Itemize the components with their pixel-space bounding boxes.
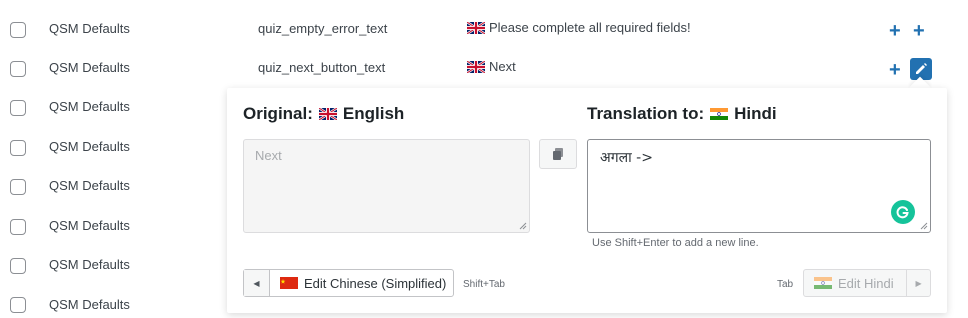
domain-cell: QSM Defaults — [49, 21, 130, 36]
row-checkbox[interactable] — [10, 297, 26, 313]
domain-cell: QSM Defaults — [49, 257, 130, 272]
row-checkbox[interactable] — [10, 61, 26, 77]
previous-shortcut: Shift+Tab — [463, 279, 505, 290]
domain-cell: QSM Defaults — [49, 178, 130, 193]
translation-value: Please complete all required fields! — [489, 20, 691, 35]
plus-icon[interactable]: + — [889, 21, 901, 41]
translation-text-field[interactable]: अगला -> — [587, 139, 931, 233]
original-label: Original: — [243, 104, 313, 123]
domain-cell: QSM Defaults — [49, 60, 130, 75]
original-text: Next — [255, 148, 282, 163]
original-language: English — [342, 104, 405, 123]
table-row: QSM Defaults quiz_next_button_text Next … — [0, 47, 968, 86]
row-checkbox[interactable] — [10, 219, 26, 235]
translation-value: Next — [489, 59, 516, 74]
copy-icon — [553, 148, 563, 160]
grammarly-icon[interactable] — [891, 200, 915, 224]
row-checkbox[interactable] — [10, 140, 26, 156]
uk-flag-icon — [467, 21, 485, 34]
previous-language-label: Edit Chinese (Simplified) — [304, 275, 447, 291]
chevron-right-icon[interactable]: ▶ — [906, 270, 930, 296]
china-flag-icon — [280, 277, 298, 289]
resize-handle-icon[interactable] — [920, 222, 928, 230]
string-name-cell: quiz_empty_error_text — [258, 21, 388, 36]
original-heading: Original: English — [243, 104, 404, 124]
translation-label: Translation to: — [587, 104, 705, 123]
row-checkbox[interactable] — [10, 100, 26, 116]
india-flag-icon — [814, 277, 832, 289]
next-language-label-wrap: Edit Hindi — [804, 276, 906, 291]
edit-next-language-button[interactable]: Edit Hindi ▶ — [803, 269, 931, 297]
translation-heading: Translation to: Hindi — [587, 104, 777, 124]
domain-cell: QSM Defaults — [49, 99, 130, 114]
plus-icon[interactable]: + — [913, 21, 925, 41]
pencil-icon — [916, 63, 927, 74]
edit-previous-language-button[interactable]: ◀ Edit Chinese (Simplified) — [243, 269, 454, 297]
translation-language: Hindi — [734, 104, 777, 123]
domain-cell: QSM Defaults — [49, 218, 130, 233]
domain-cell: QSM Defaults — [49, 297, 130, 312]
table-row: QSM Defaults quiz_empty_error_text Pleas… — [0, 8, 968, 47]
plus-icon[interactable]: + — [889, 60, 901, 80]
previous-language-label-wrap: Edit Chinese (Simplified) — [270, 276, 446, 291]
row-checkbox[interactable] — [10, 258, 26, 274]
next-shortcut: Tab — [777, 279, 794, 290]
chevron-left-icon[interactable]: ◀ — [244, 270, 270, 296]
newline-hint: Use Shift+Enter to add a new line. — [592, 237, 759, 249]
domain-cell: QSM Defaults — [49, 139, 130, 154]
translation-text: अगला -> — [600, 150, 653, 166]
translation-cell: Next — [467, 59, 516, 74]
india-flag-icon — [710, 108, 729, 120]
copy-original-button[interactable] — [539, 139, 577, 169]
translation-cell: Please complete all required fields! — [467, 20, 691, 35]
string-name-cell: quiz_next_button_text — [258, 60, 386, 75]
resize-handle-icon[interactable] — [519, 222, 527, 230]
original-text-field[interactable]: Next — [243, 139, 530, 233]
uk-flag-icon — [318, 108, 337, 120]
uk-flag-icon — [467, 60, 485, 73]
row-checkbox[interactable] — [10, 22, 26, 38]
next-language-label: Edit Hindi — [838, 275, 894, 291]
row-checkbox[interactable] — [10, 179, 26, 195]
